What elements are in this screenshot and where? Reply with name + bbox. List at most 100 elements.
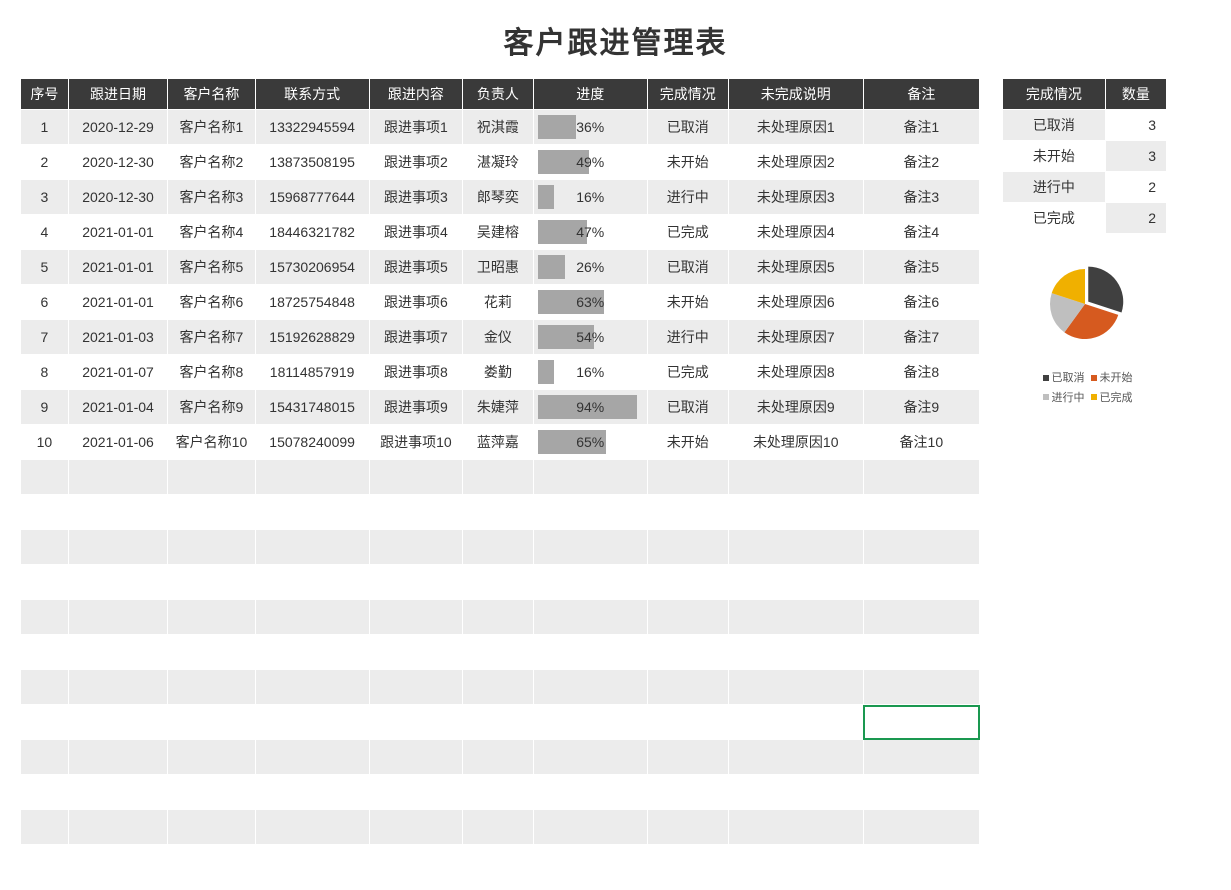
- cell-reason[interactable]: 未处理原因7: [728, 320, 863, 355]
- cell-customer[interactable]: [168, 705, 255, 740]
- cell-progress[interactable]: [533, 810, 647, 845]
- cell-progress[interactable]: 49%: [533, 145, 647, 180]
- cell-responsible[interactable]: [463, 775, 534, 810]
- cell-item[interactable]: [369, 495, 462, 530]
- cell-progress[interactable]: [533, 705, 647, 740]
- cell-customer[interactable]: 客户名称4: [168, 215, 255, 250]
- cell-responsible[interactable]: [463, 810, 534, 845]
- cell-date[interactable]: 2021-01-04: [68, 390, 168, 425]
- cell-note[interactable]: 备注8: [863, 355, 979, 390]
- cell-status[interactable]: [647, 740, 728, 775]
- cell-phone[interactable]: [255, 810, 369, 845]
- cell-note[interactable]: 备注1: [863, 110, 979, 145]
- cell-date[interactable]: [68, 635, 168, 670]
- cell-status[interactable]: [647, 670, 728, 705]
- cell-date[interactable]: [68, 705, 168, 740]
- cell-note[interactable]: [863, 810, 979, 845]
- cell-reason[interactable]: [728, 670, 863, 705]
- col-header-date[interactable]: 跟进日期: [68, 79, 168, 110]
- summary-count[interactable]: 2: [1105, 203, 1166, 234]
- cell-phone[interactable]: [255, 775, 369, 810]
- cell-progress[interactable]: 16%: [533, 180, 647, 215]
- cell-note[interactable]: [863, 460, 979, 495]
- cell-status[interactable]: 已取消: [647, 110, 728, 145]
- cell-customer[interactable]: 客户名称6: [168, 285, 255, 320]
- cell-reason[interactable]: 未处理原因10: [728, 425, 863, 460]
- cell-responsible[interactable]: [463, 460, 534, 495]
- cell-date[interactable]: 2020-12-29: [68, 110, 168, 145]
- cell-date[interactable]: [68, 565, 168, 600]
- cell-date[interactable]: 2021-01-01: [68, 215, 168, 250]
- cell-phone[interactable]: [255, 740, 369, 775]
- cell-progress[interactable]: [533, 775, 647, 810]
- cell-status[interactable]: 未开始: [647, 425, 728, 460]
- cell-responsible[interactable]: 朱婕萍: [463, 390, 534, 425]
- cell-seq[interactable]: 4: [21, 215, 69, 250]
- cell-date[interactable]: [68, 530, 168, 565]
- col-header-reason[interactable]: 未完成说明: [728, 79, 863, 110]
- cell-item[interactable]: [369, 460, 462, 495]
- cell-progress[interactable]: [533, 635, 647, 670]
- cell-note[interactable]: 备注5: [863, 250, 979, 285]
- cell-note[interactable]: [863, 495, 979, 530]
- cell-seq[interactable]: 9: [21, 390, 69, 425]
- cell-status[interactable]: 已取消: [647, 250, 728, 285]
- cell-date[interactable]: 2021-01-03: [68, 320, 168, 355]
- cell-phone[interactable]: 13322945594: [255, 110, 369, 145]
- cell-date[interactable]: 2020-12-30: [68, 180, 168, 215]
- cell-seq[interactable]: [21, 670, 69, 705]
- cell-status[interactable]: 已取消: [647, 390, 728, 425]
- cell-progress[interactable]: [533, 845, 647, 880]
- cell-item[interactable]: [369, 565, 462, 600]
- cell-customer[interactable]: [168, 635, 255, 670]
- cell-date[interactable]: [68, 740, 168, 775]
- cell-item[interactable]: 跟进事项2: [369, 145, 462, 180]
- cell-date[interactable]: [68, 495, 168, 530]
- col-header-customer[interactable]: 客户名称: [168, 79, 255, 110]
- summary-status[interactable]: 已取消: [1003, 110, 1106, 141]
- cell-status[interactable]: 已完成: [647, 215, 728, 250]
- cell-seq[interactable]: 8: [21, 355, 69, 390]
- cell-status[interactable]: 已完成: [647, 355, 728, 390]
- cell-progress[interactable]: [533, 460, 647, 495]
- cell-seq[interactable]: [21, 635, 69, 670]
- cell-reason[interactable]: [728, 845, 863, 880]
- cell-date[interactable]: [68, 775, 168, 810]
- cell-reason[interactable]: [728, 600, 863, 635]
- cell-phone[interactable]: [255, 635, 369, 670]
- cell-reason[interactable]: [728, 740, 863, 775]
- cell-phone[interactable]: [255, 530, 369, 565]
- cell-reason[interactable]: 未处理原因9: [728, 390, 863, 425]
- cell-note[interactable]: 备注4: [863, 215, 979, 250]
- cell-phone[interactable]: 13873508195: [255, 145, 369, 180]
- cell-reason[interactable]: [728, 530, 863, 565]
- summary-status[interactable]: 未开始: [1003, 141, 1106, 172]
- cell-status[interactable]: [647, 600, 728, 635]
- summary-status[interactable]: 已完成: [1003, 203, 1106, 234]
- cell-note[interactable]: [863, 705, 979, 740]
- cell-customer[interactable]: [168, 670, 255, 705]
- cell-reason[interactable]: [728, 775, 863, 810]
- cell-item[interactable]: [369, 740, 462, 775]
- cell-progress[interactable]: 63%: [533, 285, 647, 320]
- cell-status[interactable]: 进行中: [647, 180, 728, 215]
- cell-note[interactable]: [863, 740, 979, 775]
- cell-reason[interactable]: 未处理原因3: [728, 180, 863, 215]
- cell-customer[interactable]: [168, 530, 255, 565]
- cell-phone[interactable]: [255, 565, 369, 600]
- cell-seq[interactable]: [21, 810, 69, 845]
- cell-note[interactable]: 备注10: [863, 425, 979, 460]
- cell-item[interactable]: [369, 845, 462, 880]
- cell-seq[interactable]: 6: [21, 285, 69, 320]
- cell-status[interactable]: [647, 635, 728, 670]
- cell-item[interactable]: 跟进事项7: [369, 320, 462, 355]
- cell-seq[interactable]: [21, 740, 69, 775]
- cell-responsible[interactable]: 花莉: [463, 285, 534, 320]
- cell-seq[interactable]: [21, 600, 69, 635]
- cell-phone[interactable]: [255, 495, 369, 530]
- col-header-progress[interactable]: 进度: [533, 79, 647, 110]
- summary-count[interactable]: 2: [1105, 172, 1166, 203]
- cell-date[interactable]: [68, 670, 168, 705]
- cell-responsible[interactable]: 祝淇霞: [463, 110, 534, 145]
- cell-responsible[interactable]: 金仪: [463, 320, 534, 355]
